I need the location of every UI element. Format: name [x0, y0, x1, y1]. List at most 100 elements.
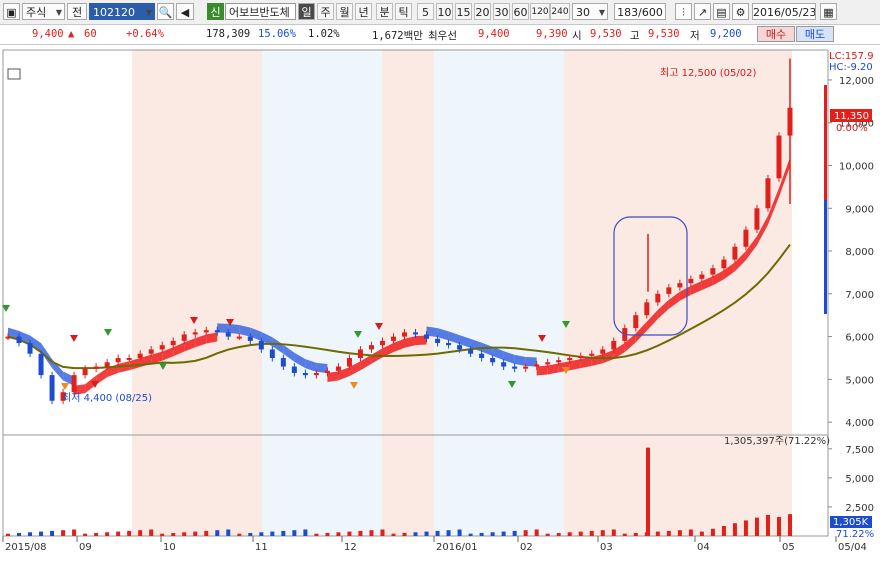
- buy-button[interactable]: 매수: [757, 26, 795, 42]
- volume-bar: [600, 530, 605, 536]
- candle-body: [181, 334, 187, 341]
- interval-60[interactable]: 60: [512, 3, 529, 20]
- volume-bar: [314, 533, 319, 536]
- volume-bar: [281, 530, 286, 536]
- candle-body: [413, 332, 419, 335]
- period-band: [382, 435, 434, 536]
- interval-5[interactable]: 5: [417, 3, 434, 20]
- volume-bar: [413, 532, 418, 536]
- volume-bar: [237, 533, 242, 536]
- candle-body: [269, 349, 275, 358]
- ma-ribbon: [536, 365, 548, 376]
- price-tick-label: 9,000: [845, 204, 874, 215]
- period-band: [132, 435, 262, 536]
- date-field[interactable]: 2016/05/23: [752, 3, 816, 20]
- speaker-icon[interactable]: ◀: [176, 3, 194, 20]
- interval-select[interactable]: 30: [572, 3, 608, 20]
- gear-icon[interactable]: ⚙: [732, 3, 749, 20]
- signal-arrow: [70, 335, 78, 342]
- volume-bar: [556, 532, 561, 536]
- grid-icon: [7, 68, 21, 80]
- x-tick-label: 04: [697, 542, 710, 553]
- period-band: [132, 50, 262, 435]
- lc-label: LC:157.9: [829, 51, 874, 62]
- volume-pct-label: 71.22%: [836, 529, 874, 540]
- volume-tick-label: 5,000: [845, 474, 874, 485]
- x-tick-label: 05/04: [838, 542, 867, 553]
- candle-body: [512, 366, 518, 369]
- market-select[interactable]: 주식: [22, 3, 65, 20]
- hc-label: HC:-9.20: [829, 62, 873, 73]
- ask-price: 9,400: [478, 28, 510, 40]
- price-change: 60: [84, 28, 97, 40]
- spike-volume-bar: [646, 447, 650, 536]
- volume-bar: [457, 529, 462, 536]
- candle-body: [644, 302, 650, 316]
- x-tick-label: 05: [782, 542, 795, 553]
- open-price: 9,530: [590, 28, 622, 40]
- period-day[interactable]: 일: [298, 3, 315, 20]
- interval-120[interactable]: 120: [530, 3, 550, 20]
- candle-body: [732, 246, 738, 260]
- candle-body: [93, 366, 99, 369]
- volume-bar: [765, 514, 770, 536]
- type-button[interactable]: 전: [67, 3, 87, 20]
- up-arrow-icon: ▲: [68, 28, 75, 40]
- quote-bar: 9,400 ▲ 60 +0.64% 178,309 15.06% 1.02% 1…: [0, 25, 880, 45]
- calendar-icon[interactable]: ▦: [820, 3, 837, 20]
- period-year[interactable]: 년: [355, 3, 372, 20]
- draw-icon[interactable]: ↗: [694, 3, 711, 20]
- candle-body: [611, 340, 617, 350]
- volume-bar: [138, 530, 143, 536]
- candle-body: [324, 370, 330, 373]
- current-pct-label: 0.00%: [836, 123, 868, 134]
- interval-30[interactable]: 30: [493, 3, 510, 20]
- candle-body: [633, 315, 639, 329]
- volume-bar: [303, 529, 308, 536]
- candle-body: [765, 178, 771, 209]
- interval-20[interactable]: 20: [474, 3, 491, 20]
- volume-bar: [369, 530, 374, 536]
- price-tick-label: 10,000: [839, 162, 874, 173]
- volume-bar: [83, 533, 88, 536]
- best-label: 최우선: [428, 30, 457, 42]
- candle-body: [655, 293, 661, 303]
- interval-15[interactable]: 15: [455, 3, 472, 20]
- x-tick-label: 2016/01: [436, 542, 478, 553]
- period-tick[interactable]: 틱: [395, 3, 412, 20]
- volume-bar: [732, 523, 737, 536]
- stock-code-input[interactable]: 102120: [89, 3, 155, 20]
- volume-bar: [325, 532, 330, 536]
- search-icon[interactable]: 🔍: [157, 3, 174, 20]
- period-band: [262, 50, 382, 435]
- period-week[interactable]: 주: [317, 3, 334, 20]
- candle-icon[interactable]: ⫶: [675, 3, 692, 20]
- volume-bar: [28, 532, 33, 536]
- volume-bar: [127, 530, 132, 536]
- signal-arrow: [61, 383, 69, 390]
- low-annotation: 최저 4,400 (08/25): [62, 392, 152, 404]
- volume-info-label: 1,305,397주(71.22%): [724, 436, 830, 447]
- candle-body: [280, 358, 286, 367]
- x-tick-label: 11: [255, 542, 268, 553]
- stock-chart[interactable]: 4,0005,0006,0007,0008,0009,00010,00011,0…: [0, 45, 880, 564]
- interval-240[interactable]: 240: [550, 3, 570, 20]
- candle-body: [402, 332, 408, 337]
- signal-arrow: [104, 329, 112, 336]
- price-tick-label: 5,000: [845, 375, 874, 386]
- sell-button[interactable]: 매도: [796, 26, 834, 42]
- period-month[interactable]: 월: [336, 3, 353, 20]
- menu-icon[interactable]: ▣: [3, 3, 20, 20]
- volume-bar: [270, 531, 275, 536]
- period-band: [434, 50, 564, 435]
- candle-body: [313, 372, 319, 376]
- volume-bar: [435, 530, 440, 536]
- save-icon[interactable]: ▤: [713, 3, 730, 20]
- volume-bar: [347, 531, 352, 536]
- interval-10[interactable]: 10: [436, 3, 453, 20]
- low-price: 9,200: [710, 28, 742, 40]
- candle-body: [479, 353, 485, 358]
- period-minute[interactable]: 분: [376, 3, 393, 20]
- volume-bar: [655, 531, 660, 536]
- high-price: 9,530: [648, 28, 680, 40]
